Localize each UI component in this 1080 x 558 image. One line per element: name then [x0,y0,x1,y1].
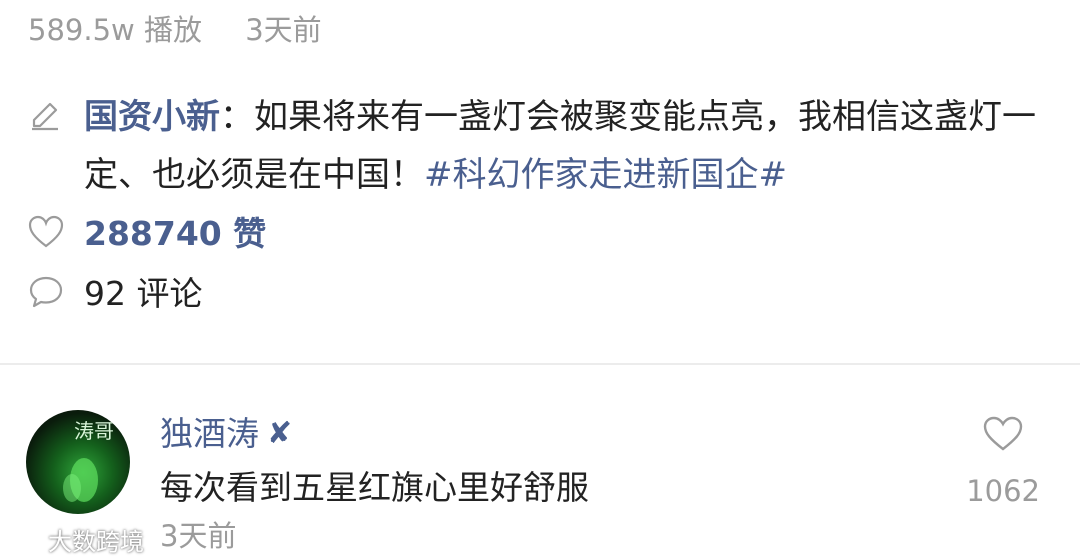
comment-like-button[interactable]: 1062 [966,416,1040,508]
heart-icon[interactable] [983,416,1023,456]
comment-username[interactable]: 独酒涛 [160,412,259,456]
post-meta: 589.5w 播放 3天前 [28,10,322,50]
user-badge-icon: ✘ [267,416,293,451]
author-colon: ： [220,97,254,137]
comment-bubble-icon[interactable] [28,275,64,313]
avatar-text: 涛哥 [74,419,114,443]
edit-icon [28,98,62,136]
post-body: 国资小新：如果将来有一盏灯会被聚变能点亮，我相信这盏灯一定、也必须是在中国！#科… [84,88,1044,204]
heart-icon[interactable] [28,215,64,253]
play-count: 589.5w 播放 [28,13,202,47]
comment-count: 92 评论 [84,274,203,313]
avatar[interactable]: 涛哥 [26,410,130,514]
comment-username-row[interactable]: 独酒涛 ✘ [160,412,292,456]
post-time: 3天前 [245,13,322,47]
watermark-text: 大数跨境 [48,528,144,556]
post-content: 国资小新：如果将来有一盏灯会被聚变能点亮，我相信这盏灯一定、也必须是在中国！#科… [28,88,1058,204]
comment-time: 3天前 [160,519,237,553]
likes-row[interactable]: 288740 赞 [28,212,266,256]
comment-text: 每次看到五星红旗心里好舒服 [160,468,589,507]
section-divider [0,363,1080,365]
hashtag-link[interactable]: #科幻作家走进新国企# [424,155,787,195]
comments-row[interactable]: 92 评论 [28,272,202,316]
comment-like-count: 1062 [966,474,1040,508]
like-count: 288740 赞 [84,214,267,253]
watermark: 大数跨境 [10,522,144,557]
post-author-link[interactable]: 国资小新 [84,97,220,137]
watermark-logo-icon [10,526,42,554]
